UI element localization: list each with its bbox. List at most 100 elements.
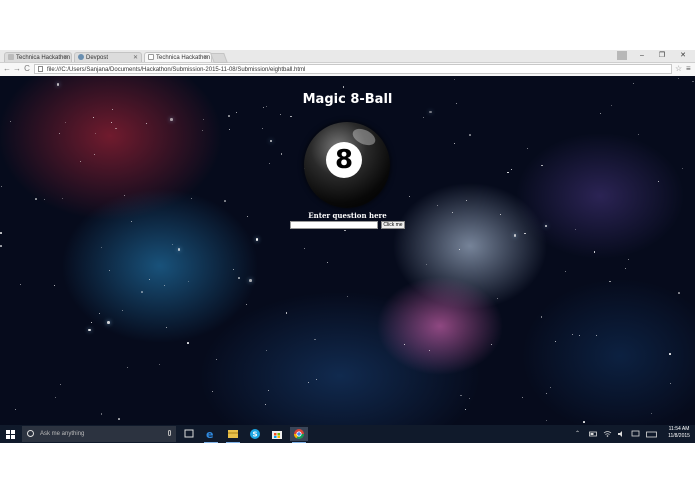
star-dot [10,121,12,123]
close-button[interactable]: ✕ [675,51,691,60]
star-dot [496,297,498,299]
star-dot [232,269,234,271]
star-dot [638,134,639,136]
star-dot [564,270,566,272]
question-input[interactable] [290,221,378,229]
menu-icon[interactable]: ≡ [686,64,691,74]
tab-label: Devpost [86,55,109,61]
back-button[interactable]: ← [2,64,12,74]
star-dot [545,393,547,395]
star-dot [262,127,264,129]
edge-browser-icon[interactable]: e [202,427,220,443]
tab-technica-1[interactable]: Technica Hackathon ✕ [4,52,72,62]
page-icon [148,54,154,61]
chrome-icon[interactable] [290,427,308,443]
star-dot [80,160,82,162]
cortana-search-box[interactable]: Ask me anything [22,426,176,442]
star-dot [94,133,96,135]
star-dot [99,312,101,314]
star-dot [14,408,16,410]
star-dot [513,234,517,237]
star-dot [235,112,237,114]
star-dot [425,263,427,265]
show-hidden-icons-chevron-icon[interactable]: ⌃ [575,427,580,441]
skype-icon[interactable]: S [246,427,264,441]
tab-close-icon[interactable]: ✕ [203,53,208,62]
user-profile-button[interactable] [617,51,627,60]
star-dot [0,232,2,234]
star-dot [316,378,318,380]
star-dot [263,107,265,109]
task-view-icon[interactable] [180,427,198,441]
new-tab-button[interactable] [210,53,228,63]
file-explorer-icon[interactable] [224,427,242,443]
star-dot [92,117,94,119]
tab-close-icon[interactable]: ✕ [133,53,138,62]
star-dot [58,132,60,134]
address-bar[interactable]: file:///C:/Users/Sanjana/Documents/Hacka… [34,64,672,74]
minimize-button[interactable]: – [634,51,650,60]
tab-close-icon[interactable]: ✕ [63,53,68,62]
cortana-icon [27,430,34,437]
ball-number: 8 [326,142,362,178]
star-dot [670,383,672,385]
star-dot [149,279,151,281]
taskbar: Ask me anything e S ⌃ 11:54 AM 11/8/2015 [0,425,695,443]
star-dot [491,343,493,345]
volume-icon[interactable] [617,427,626,447]
microphone-icon[interactable] [168,430,171,436]
bookmark-star-icon[interactable]: ☆ [675,64,682,74]
star-dot [159,364,161,366]
star-dot [115,127,117,130]
store-icon[interactable] [268,427,286,441]
restore-button[interactable]: ❐ [654,51,670,60]
star-dot [216,359,218,361]
star-dot [203,118,205,120]
star-dot [202,130,204,132]
star-dot [280,153,283,155]
star-dot [88,328,91,332]
reload-button[interactable]: C [22,64,32,74]
star-dot [347,295,349,297]
star-dot [453,78,455,80]
star-dot [507,171,509,174]
windows-start-icon[interactable] [6,430,15,439]
star-dot [593,251,596,253]
star-dot [249,279,252,282]
star-dot [544,224,548,228]
tab-technica-2[interactable]: Technica Hackathon ✕ [144,52,212,62]
star-dot [255,238,259,241]
clock-date: 11/8/2015 [668,433,690,439]
star-dot [245,304,247,306]
star-dot [279,113,282,116]
star-dot [453,143,455,145]
wifi-icon[interactable] [603,427,612,447]
page-icon [8,54,14,61]
tab-label: Technica Hackathon [16,55,71,61]
svg-text:e: e [206,428,213,441]
tab-strip: Technica Hackathon ✕ Devpost ✕ Technica … [0,50,695,63]
star-dot [650,412,653,415]
tab-devpost[interactable]: Devpost ✕ [74,52,142,62]
keyboard-icon[interactable] [646,427,658,447]
star-dot [678,77,680,79]
star-dot [307,382,309,384]
star-dot [574,228,576,230]
star-dot [123,195,125,197]
star-dot [267,390,269,392]
forward-button[interactable]: → [12,64,22,74]
browser-chrome: Technica Hackathon ✕ Devpost ✕ Technica … [0,50,695,77]
svg-text:S: S [253,431,258,439]
system-clock[interactable]: 11:54 AM 11/8/2015 [664,426,694,440]
battery-icon[interactable] [589,427,598,447]
star-dot [436,204,439,207]
star-dot [171,243,173,245]
star-dot [59,384,61,386]
star-dot [522,396,524,398]
action-center-icon[interactable] [631,427,640,447]
click-me-button[interactable]: Click me [381,221,405,229]
star-dot [264,404,266,406]
address-text: file:///C:/Users/Sanjana/Documents/Hacka… [47,67,306,73]
star-dot [131,221,133,223]
star-dot [121,309,124,312]
